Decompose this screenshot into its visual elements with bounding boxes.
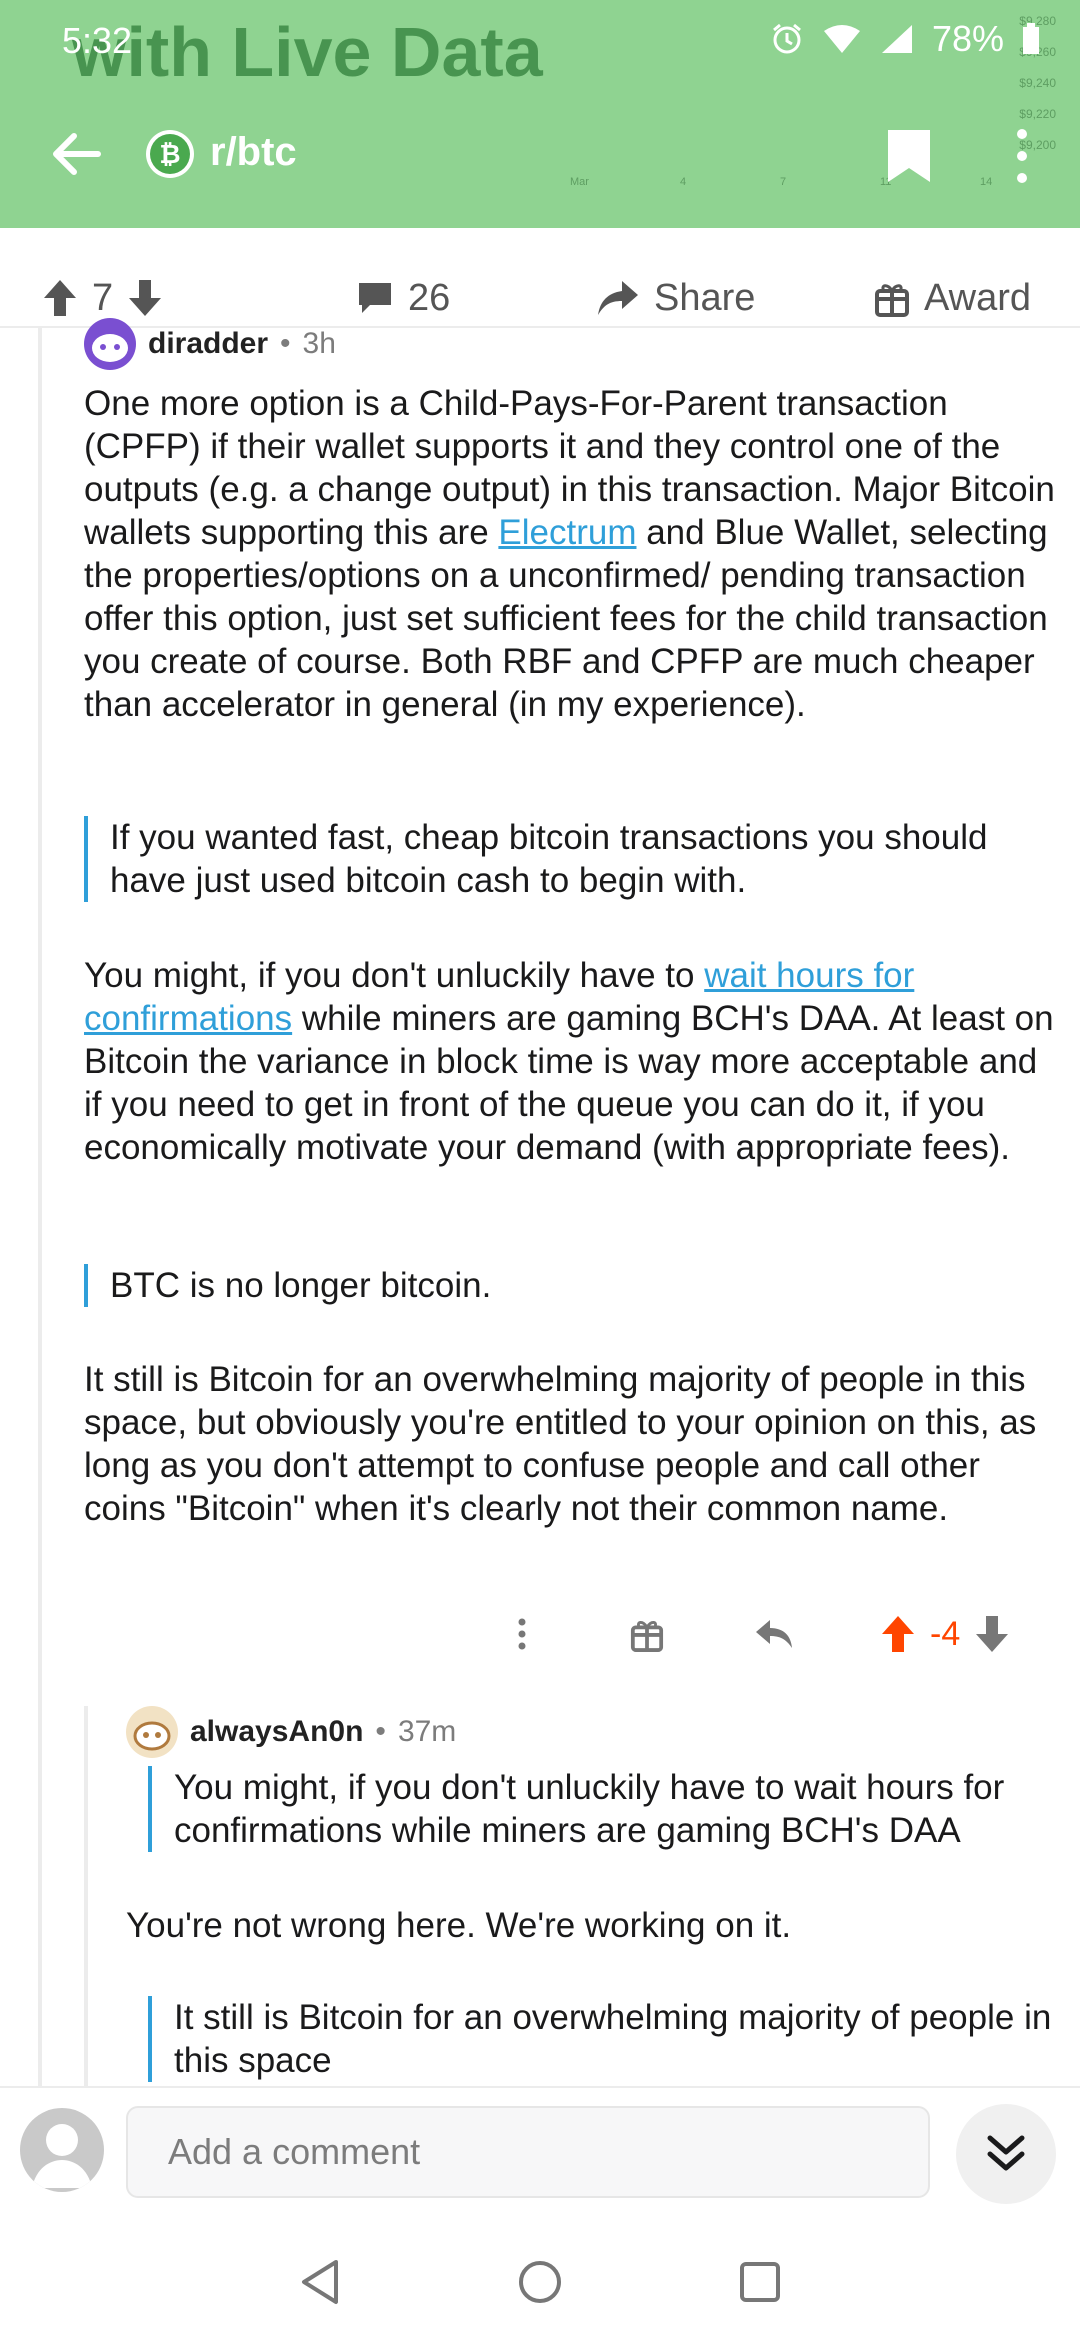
- battery-icon: [1022, 23, 1040, 55]
- back-arrow-icon: [53, 133, 101, 175]
- status-icons: 78%: [770, 18, 1040, 60]
- comment-separator: •: [280, 327, 291, 360]
- reply-thread-line[interactable]: [84, 1706, 88, 2086]
- add-comment-input[interactable]: Add a comment: [126, 2106, 930, 2198]
- post-score: 7: [92, 276, 114, 319]
- downvote-icon[interactable]: [127, 278, 163, 318]
- comment-age: 3h: [302, 327, 336, 360]
- wifi-icon: [822, 23, 862, 55]
- reply-button[interactable]: [754, 1606, 794, 1662]
- blockquote: BTC is no longer bitcoin.: [84, 1264, 1066, 1307]
- app-header: with Live Data $9,280 $9,260 $9,240 $9,2…: [0, 0, 1080, 228]
- downvote-icon[interactable]: [974, 1614, 1010, 1654]
- comment-action-bar: -4: [500, 1606, 1060, 1662]
- comment-more-button[interactable]: [510, 1606, 534, 1662]
- avatar[interactable]: [126, 1706, 178, 1758]
- comment-paragraph: It still is Bitcoin for an overwhelming …: [84, 1360, 1037, 1528]
- subreddit-name[interactable]: r/btc: [210, 130, 297, 175]
- alarm-icon: [770, 22, 804, 56]
- share-icon: [598, 281, 638, 315]
- comment-header: diradder • 3h: [84, 318, 336, 370]
- comments-button[interactable]: 26: [356, 270, 450, 326]
- more-options-button[interactable]: [1002, 124, 1042, 188]
- triangle-back-icon: [302, 2260, 338, 2304]
- thread-line[interactable]: [38, 326, 42, 2086]
- share-button[interactable]: Share: [596, 270, 755, 326]
- reply-icon: [756, 1620, 792, 1648]
- nav-bar: ₿ r/btc: [0, 110, 1080, 198]
- system-back-button[interactable]: [290, 2252, 350, 2312]
- y-tick: $9,240: [1019, 76, 1056, 90]
- battery-percent: 78%: [931, 18, 1004, 59]
- status-time: 5:32: [62, 20, 133, 61]
- comment-award-button[interactable]: [630, 1606, 664, 1662]
- reply-blockquote: You might, if you don't unluckily have t…: [148, 1766, 1080, 1852]
- snoo-avatar-icon: [92, 334, 128, 362]
- comment-count: 26: [408, 276, 451, 319]
- comment-text: You might, if you don't unluckily have t…: [84, 956, 705, 995]
- more-vertical-icon: [1017, 129, 1027, 183]
- more-vertical-icon: [518, 1618, 526, 1650]
- reply-separator: •: [375, 1715, 386, 1748]
- signal-icon: [880, 23, 914, 55]
- reply-age: 37m: [397, 1715, 457, 1748]
- comment-paragraph: You might, if you don't unluckily have t…: [84, 954, 1064, 1169]
- bitcoin-icon: ₿: [150, 134, 190, 174]
- double-chevron-down-icon: [987, 2135, 1025, 2171]
- comment-composer-bar: Add a comment: [0, 2086, 1080, 2218]
- upvote-icon[interactable]: [880, 1614, 916, 1654]
- share-label: Share: [654, 276, 756, 319]
- reply-author[interactable]: alwaysAn0n: [190, 1715, 363, 1749]
- reply-header: alwaysAn0n • 37m: [126, 1706, 456, 1758]
- reply-blockquote: It still is Bitcoin for an overwhelming …: [148, 1996, 1080, 2082]
- system-navigation-bar: [0, 2216, 1080, 2340]
- comment-vote-group: -4: [880, 1606, 1010, 1662]
- comment-author[interactable]: diradder: [148, 327, 268, 361]
- avatar[interactable]: [84, 318, 136, 370]
- comment-bubble-icon: [359, 283, 391, 313]
- bookmark-icon: [888, 130, 930, 182]
- circle-home-icon: [519, 2261, 561, 2303]
- person-icon: [32, 2124, 92, 2188]
- snoo-avatar-icon: [128, 1708, 176, 1756]
- header-banner-title: with Live Data: [72, 13, 543, 91]
- bookmark-button[interactable]: [884, 126, 934, 186]
- link-electrum[interactable]: Electrum: [498, 513, 636, 552]
- user-avatar[interactable]: [20, 2108, 104, 2192]
- subreddit-icon[interactable]: ₿: [146, 130, 194, 178]
- system-recents-button[interactable]: [730, 2252, 790, 2312]
- gift-icon: [875, 284, 909, 317]
- upvote-icon[interactable]: [42, 278, 78, 318]
- square-recents-icon: [740, 2262, 780, 2302]
- reply-text: You're not wrong here. We're working on …: [126, 1906, 792, 1945]
- award-label: Award: [924, 276, 1032, 319]
- back-button[interactable]: [46, 124, 106, 184]
- collapse-threads-button[interactable]: [956, 2104, 1056, 2204]
- blockquote: If you wanted fast, cheap bitcoin transa…: [84, 816, 1066, 902]
- comment-paragraph: One more option is a Child-Pays-For-Pare…: [84, 382, 1064, 726]
- gift-icon: [630, 1621, 664, 1652]
- comment-score: -4: [930, 1614, 961, 1653]
- system-home-button[interactable]: [510, 2252, 570, 2312]
- award-button[interactable]: Award: [874, 270, 1031, 326]
